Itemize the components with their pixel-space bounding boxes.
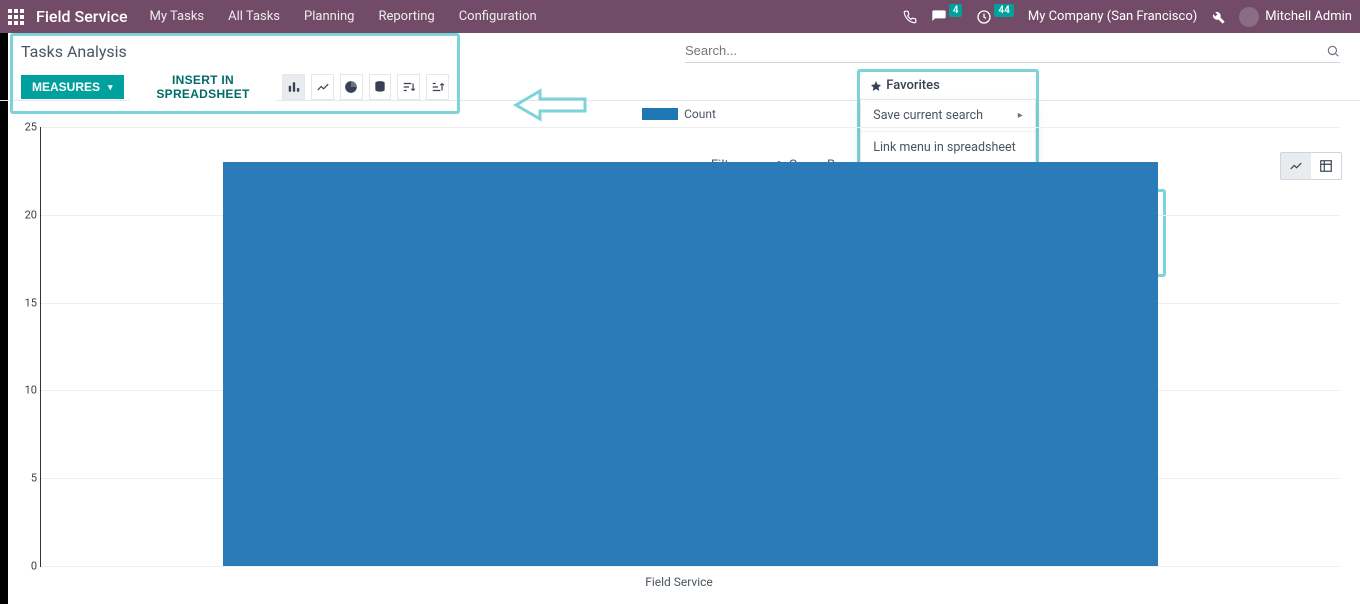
chart-plot: 0510152025 [40,127,1340,567]
nav-my-tasks[interactable]: My Tasks [144,9,211,24]
sort-desc-icon[interactable] [397,74,420,100]
app-brand[interactable]: Field Service [36,7,128,26]
page-title: Tasks Analysis [21,42,449,61]
measures-button[interactable]: MEASURES [21,75,124,99]
nav-reporting[interactable]: Reporting [372,9,440,24]
chart-x-category: Field Service [18,575,1340,589]
clock-badge: 44 [994,4,1013,17]
apps-grid-icon[interactable] [8,9,24,25]
pie-chart-icon[interactable] [340,74,363,100]
y-tick: 15 [13,296,37,309]
top-navbar: Field Service My Tasks All Tasks Plannin… [0,0,1360,33]
nav-all-tasks[interactable]: All Tasks [222,9,286,24]
company-switcher[interactable]: My Company (San Francisco) [1028,9,1197,24]
line-chart-icon[interactable] [311,74,334,100]
bar-chart-icon[interactable] [282,74,305,100]
y-tick: 25 [13,121,37,134]
nav-planning[interactable]: Planning [298,9,360,24]
stacked-icon[interactable] [369,74,392,100]
avatar [1239,7,1259,27]
search-icon[interactable] [1326,44,1340,58]
chat-badge: 4 [949,4,963,17]
insert-spreadsheet-button[interactable]: INSERT IN SPREADSHEET [130,69,277,105]
nav-configuration[interactable]: Configuration [453,9,543,24]
chart-bar[interactable] [223,162,1158,566]
star-icon [870,80,882,92]
legend-swatch [642,108,678,120]
y-tick: 5 [13,472,37,485]
user-menu[interactable]: Mitchell Admin [1239,7,1352,27]
y-tick: 0 [13,560,37,573]
search-input[interactable] [685,43,1326,58]
sort-asc-icon[interactable] [426,74,449,100]
y-tick: 10 [13,384,37,397]
controls-row: Tasks Analysis MEASURES INSERT IN SPREAD… [0,33,1360,101]
phone-icon[interactable] [903,10,917,24]
messaging-icon[interactable]: 4 [931,9,963,25]
chart-area: Count 0510152025 Field Service [0,101,1360,601]
debug-wrench-icon[interactable] [1211,10,1225,24]
chart-legend: Count [18,107,1340,121]
favorites-button[interactable]: Favorites [860,72,949,99]
user-name: Mitchell Admin [1265,9,1352,24]
y-tick: 20 [13,208,37,221]
activities-icon[interactable]: 44 [976,9,1013,25]
legend-label: Count [684,107,716,121]
